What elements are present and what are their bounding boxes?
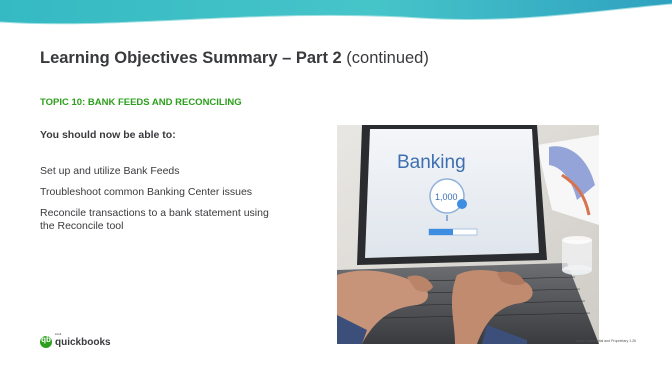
objective-item: Reconcile transactions to a bank stateme…: [40, 207, 269, 232]
footer-confidential: Intuit Confidential and Proprietary 1.26: [576, 339, 636, 343]
logo-intuit-text: intuit: [55, 332, 62, 336]
objective-item: Troubleshoot common Banking Center issue…: [40, 186, 253, 198]
logo-mark-letters: qb: [41, 335, 51, 344]
header-band: [0, 0, 672, 34]
logo-wordmark: quickbooks: [55, 336, 111, 348]
quickbooks-logo-icon: qb: [40, 335, 52, 348]
objective-item: Set up and utilize Bank Feeds: [40, 165, 180, 177]
laptop-photo-illustration: Banking 1,000: [337, 125, 599, 344]
slide: Learning Objectives Summary – Part 2 (co…: [0, 0, 672, 380]
slide-title-suffix: (continued): [341, 49, 429, 67]
topic-heading: TOPIC 10: BANK FEEDS AND RECONCILING: [40, 97, 242, 108]
slide-title-bold: Learning Objectives Summary – Part 2: [40, 49, 342, 67]
lead-text: You should now be able to:: [40, 129, 176, 141]
slide-title: Learning Objectives Summary – Part 2 (co…: [40, 49, 429, 68]
header-wave-decoration: [0, 3, 672, 34]
screen-amount: 1,000: [435, 192, 458, 202]
objectives-list: Set up and utilize Bank Feeds Troublesho…: [40, 165, 280, 241]
banking-laptop-photo: Banking 1,000: [337, 125, 599, 344]
screen-heading: Banking: [397, 152, 466, 173]
quickbooks-logo: qb intuit quickbooks: [40, 332, 111, 349]
